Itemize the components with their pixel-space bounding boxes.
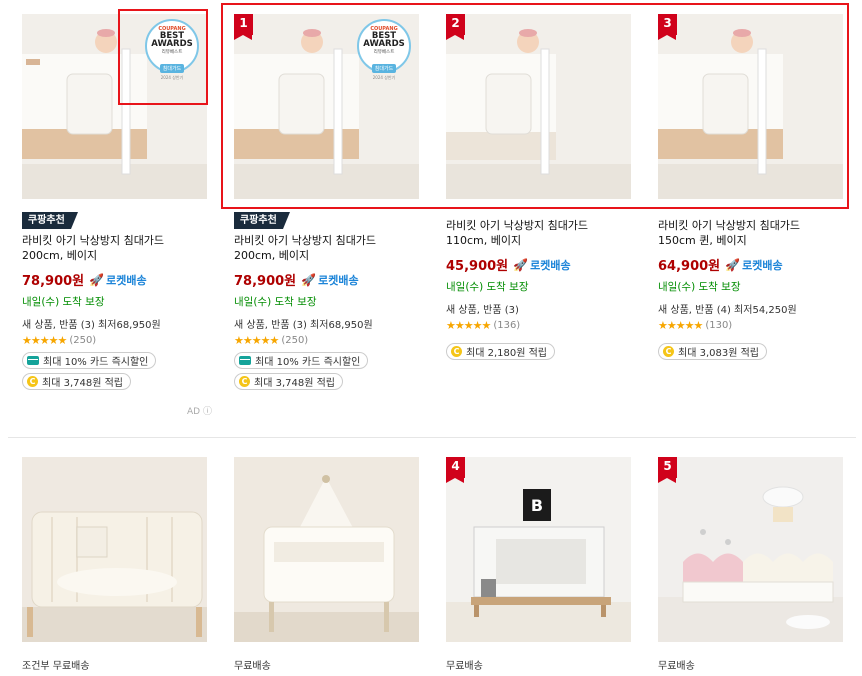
price-row: 45,900원 🚀 로켓배송 — [446, 255, 571, 275]
product-image[interactable] — [22, 457, 207, 642]
rating: ★★★★★ (136) — [446, 319, 520, 332]
shipping-info: 무료배송 — [446, 661, 483, 672]
price-row: 64,900원 🚀 로켓배송 — [658, 255, 783, 275]
product-title[interactable]: 라비킷 아기 낙상방지 침대가드 110cm, 베이지 — [446, 218, 621, 248]
delivery-eta: 내일(수) 도착 보장 — [22, 296, 105, 308]
cashback-pill: C 최대 3,748원 적립 — [22, 373, 131, 390]
product-price: 45,900원 — [446, 259, 509, 274]
delivery-eta: 내일(수) 도착 보장 — [234, 296, 317, 308]
product-price: 78,900원 — [22, 274, 85, 289]
review-count: (250) — [69, 335, 97, 346]
star-rating-icon: ★★★★★ — [658, 319, 703, 332]
rank-badge: 1 — [234, 14, 253, 40]
star-rating-icon: ★★★★★ — [446, 319, 491, 332]
cashback-pill: C 최대 3,083원 적립 — [658, 343, 767, 360]
coupang-recommend-badge: 쿠팡추천 — [22, 212, 78, 229]
rocket-delivery-badge: 🚀 로켓배송 — [89, 272, 147, 287]
coin-icon: C — [239, 376, 250, 387]
refurb-info[interactable]: 새 상품, 반품 (3) — [446, 301, 519, 316]
shipping-info: 조건부 무료배송 — [22, 661, 90, 672]
price-row: 78,900원 🚀 로켓배송 — [22, 270, 147, 290]
rating: ★★★★★ (250) — [22, 334, 96, 347]
rank-badge: 4 — [446, 457, 465, 483]
rank-badge: 5 — [658, 457, 677, 483]
star-rating-icon: ★★★★★ — [234, 334, 279, 347]
product-title[interactable]: 라비킷 아기 낙상방지 침대가드 150cm 퀸, 베이지 — [658, 218, 833, 248]
refurb-info[interactable]: 새 상품, 반품 (3) 최저68,950원 — [234, 316, 373, 331]
rocket-delivery-badge: 🚀 로켓배송 — [725, 257, 783, 272]
rank-badge: 2 — [446, 14, 465, 40]
rocket-icon: 🚀 — [725, 257, 741, 272]
rocket-icon: 🚀 — [513, 257, 529, 272]
rocket-icon: 🚀 — [301, 272, 317, 287]
rank-badge: 3 — [658, 14, 677, 40]
product-title[interactable]: 라비킷 아기 낙상방지 침대가드 200cm, 베이지 — [234, 233, 409, 263]
coin-icon: C — [27, 376, 38, 387]
refurb-info[interactable]: 새 상품, 반품 (4) 최저54,250원 — [658, 301, 797, 316]
price-row: 78,900원 🚀 로켓배송 — [234, 270, 359, 290]
coin-icon: C — [663, 346, 674, 357]
product-image[interactable] — [234, 457, 419, 642]
refurb-info[interactable]: 새 상품, 반품 (3) 최저68,950원 — [22, 316, 161, 331]
coupang-recommend-badge: 쿠팡추천 — [234, 212, 290, 229]
coin-icon: C — [451, 346, 462, 357]
rocket-icon: 🚀 — [89, 272, 105, 287]
rating: ★★★★★ (250) — [234, 334, 308, 347]
credit-card-icon — [239, 356, 251, 365]
product-image[interactable] — [446, 14, 631, 199]
shipping-info: 무료배송 — [658, 661, 695, 672]
brand-logo: B — [531, 496, 543, 515]
product-title[interactable]: 라비킷 아기 낙상방지 침대가드 200cm, 베이지 — [22, 233, 197, 263]
best-awards-badge: COUPANG BEST AWARDS 리뷰베스트 침대가드 2024 상반기 — [357, 19, 411, 80]
rocket-delivery-badge: 🚀 로켓배송 — [513, 257, 571, 272]
ad-label[interactable]: AD ⓘ — [187, 404, 212, 417]
cashback-pill: C 최대 2,180원 적립 — [446, 343, 555, 360]
product-image[interactable] — [658, 457, 843, 642]
product-price: 64,900원 — [658, 259, 721, 274]
product-image[interactable]: B — [446, 457, 631, 642]
rating: ★★★★★ (130) — [658, 319, 732, 332]
product-image[interactable] — [658, 14, 843, 199]
rocket-delivery-badge: 🚀 로켓배송 — [301, 272, 359, 287]
review-count: (130) — [705, 320, 733, 331]
delivery-eta: 내일(수) 도착 보장 — [446, 281, 529, 293]
review-count: (136) — [493, 320, 521, 331]
best-awards-badge: COUPANG BEST AWARDS 리뷰베스트 침대가드 2024 상반기 — [145, 19, 199, 80]
section-divider — [8, 437, 856, 438]
product-price: 78,900원 — [234, 274, 297, 289]
credit-card-icon — [27, 356, 39, 365]
card-discount-pill: 최대 10% 카드 즉시할인 — [234, 352, 369, 369]
shipping-info: 무료배송 — [234, 661, 271, 672]
star-rating-icon: ★★★★★ — [22, 334, 67, 347]
card-discount-pill: 최대 10% 카드 즉시할인 — [22, 352, 157, 369]
cashback-pill: C 최대 3,748원 적립 — [234, 373, 343, 390]
review-count: (250) — [281, 335, 309, 346]
delivery-eta: 내일(수) 도착 보장 — [658, 281, 741, 293]
